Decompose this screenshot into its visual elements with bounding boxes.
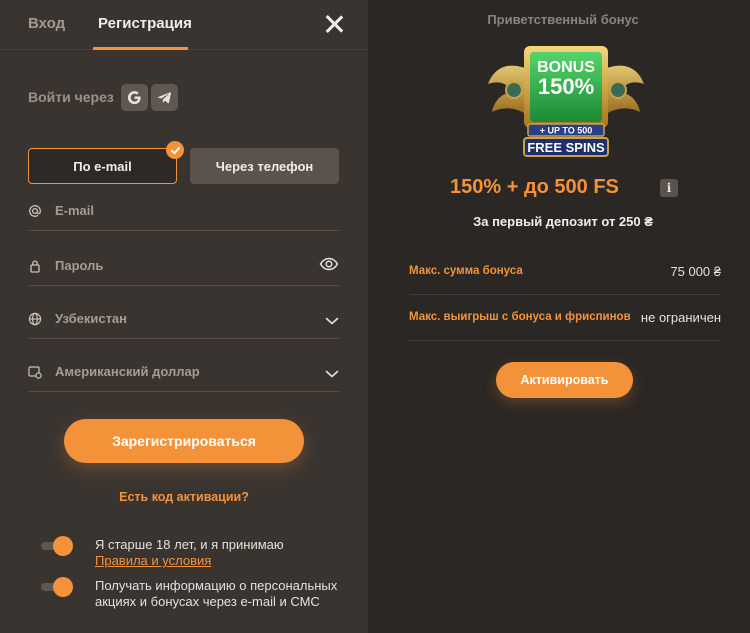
terms-link[interactable]: Правила и условия bbox=[95, 553, 284, 569]
method-email-button[interactable]: По e-mail bbox=[28, 148, 177, 184]
promo-code-link[interactable]: Есть код активации? bbox=[0, 490, 368, 504]
bonus-headline: 150% + до 500 FS bbox=[450, 176, 619, 198]
age-consent-text: Я старше 18 лет, и я принимаю Правила и … bbox=[95, 537, 284, 569]
social-login-label: Войти через bbox=[28, 89, 114, 105]
currency-value: Американский доллар bbox=[55, 364, 200, 379]
bonus-panel: Приветственный бонус BONUS 150% + UP TO … bbox=[376, 0, 750, 633]
marketing-consent-toggle[interactable] bbox=[41, 577, 73, 597]
password-field[interactable]: Пароль bbox=[28, 256, 339, 286]
bonus-condition: За первый депозит от 250 ₴ bbox=[473, 214, 653, 229]
info-icon[interactable]: i bbox=[660, 179, 678, 197]
lock-icon bbox=[28, 259, 42, 273]
chevron-down-icon[interactable] bbox=[325, 366, 339, 384]
age-consent-toggle[interactable] bbox=[41, 536, 73, 556]
bonus-badge-image: BONUS 150% + UP TO 500 FREE SPINS bbox=[488, 46, 644, 157]
currency-icon bbox=[28, 365, 42, 379]
marketing-consent-text: Получать информацию о персональных акция… bbox=[95, 578, 337, 610]
country-value: Узбекистан bbox=[55, 311, 128, 326]
globe-icon bbox=[28, 312, 42, 326]
badge-text-freespins: FREE SPINS bbox=[527, 140, 605, 155]
register-button[interactable]: Зарегистрироваться bbox=[64, 419, 304, 463]
email-placeholder: E-mail bbox=[55, 203, 95, 218]
method-phone-button[interactable]: Через телефон bbox=[190, 148, 339, 184]
telegram-icon[interactable] bbox=[151, 84, 178, 111]
toggle-knob bbox=[53, 536, 73, 556]
auth-tabs: Вход Регистрация bbox=[0, 0, 368, 50]
badge-text-upto: + UP TO 500 bbox=[540, 126, 592, 136]
badge-text-percent: 150% bbox=[538, 74, 594, 99]
at-sign-icon bbox=[28, 204, 42, 218]
chevron-down-icon[interactable] bbox=[325, 313, 339, 331]
close-icon[interactable] bbox=[322, 12, 346, 36]
tab-login[interactable]: Вход bbox=[28, 15, 65, 32]
country-select[interactable]: Узбекистан bbox=[28, 311, 339, 339]
bonus-detail-value: не ограничен bbox=[640, 310, 721, 325]
marketing-consent-line2: акциях и бонусах через e-mail и СМС bbox=[95, 594, 320, 609]
activate-button[interactable]: Активировать bbox=[496, 362, 633, 398]
bonus-detail-value: 75 000 ₴ bbox=[670, 264, 721, 279]
checkmark-icon bbox=[166, 141, 184, 159]
bonus-title: Приветственный бонус bbox=[487, 12, 639, 27]
email-field[interactable]: E-mail bbox=[28, 203, 339, 231]
currency-select[interactable]: Американский доллар bbox=[28, 364, 339, 392]
marketing-consent-line1: Получать информацию о персональных bbox=[95, 578, 338, 593]
registration-panel: Вход Регистрация Войти через По e-mail Ч… bbox=[0, 0, 368, 633]
bonus-detail-row: Макс. сумма бонуса 75 000 ₴ bbox=[409, 250, 721, 295]
bonus-detail-label: Макс. выигрыш с бонуса и фриспинов bbox=[409, 311, 631, 323]
age-consent-label: Я старше 18 лет, и я принимаю bbox=[95, 537, 284, 552]
registration-modal: Вход Регистрация Войти через По e-mail Ч… bbox=[0, 0, 750, 633]
toggle-knob bbox=[53, 577, 73, 597]
bonus-detail-label: Макс. сумма бонуса bbox=[409, 265, 523, 277]
bonus-detail-row: Макс. выигрыш с бонуса и фриспинов не ог… bbox=[409, 296, 721, 341]
google-icon[interactable] bbox=[121, 84, 148, 111]
password-placeholder: Пароль bbox=[55, 258, 104, 273]
tab-register[interactable]: Регистрация bbox=[98, 15, 192, 32]
active-tab-indicator bbox=[93, 47, 188, 50]
eye-icon[interactable] bbox=[319, 256, 339, 277]
